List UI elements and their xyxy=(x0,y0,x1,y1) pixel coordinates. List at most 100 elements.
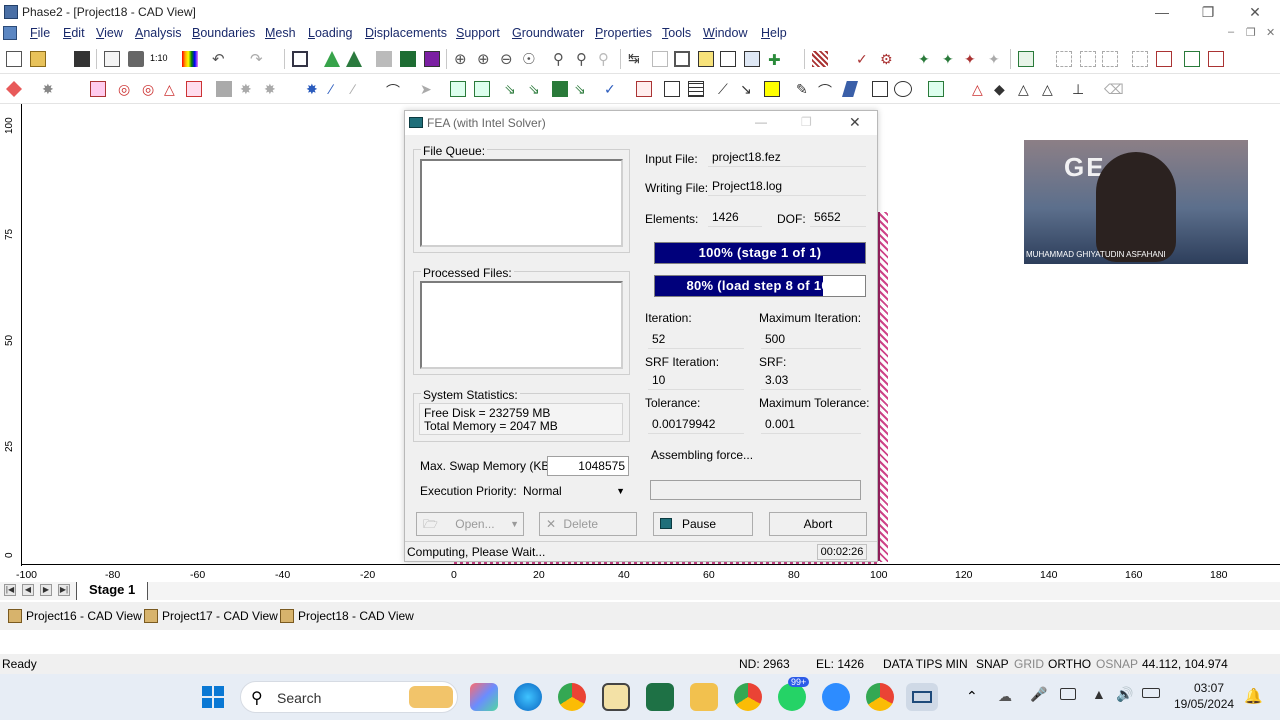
execution-priority-select[interactable]: Normal ▼ xyxy=(521,482,629,502)
close-icon[interactable]: ✕ xyxy=(1246,3,1264,21)
tab-project18[interactable]: Project18 - CAD View xyxy=(278,607,414,625)
microphone-icon[interactable]: 🎤 xyxy=(1030,686,1047,703)
polygon-icon[interactable] xyxy=(842,81,858,97)
zoom-window-icon[interactable]: ⚲ xyxy=(553,50,569,68)
maximize-icon[interactable]: ❐ xyxy=(1199,3,1217,21)
rectangle-icon[interactable] xyxy=(872,81,888,97)
open-button[interactable]: 🗁 Open... ▼ xyxy=(416,512,524,536)
table-icon[interactable] xyxy=(744,51,760,67)
battery-icon[interactable] xyxy=(1142,688,1160,698)
interpret-icon[interactable] xyxy=(376,51,392,67)
eraser-icon[interactable]: ⌫ xyxy=(1104,81,1124,97)
zoom-out-icon[interactable]: ⊖ xyxy=(500,50,516,68)
network-icon[interactable]: ▲ xyxy=(1092,686,1106,702)
ellipse-icon[interactable] xyxy=(894,81,912,97)
pan-icon[interactable]: ☉ xyxy=(522,50,538,68)
windows-start-icon[interactable] xyxy=(202,686,224,708)
prev-stage-icon[interactable]: ◀ xyxy=(22,584,34,596)
delete-icon[interactable] xyxy=(720,51,736,67)
menu-displacements[interactable]: Displacements xyxy=(365,26,447,40)
minimize-icon[interactable]: — xyxy=(1153,3,1171,21)
menu-analysis[interactable]: Analysis xyxy=(135,26,182,40)
redo-icon[interactable]: ↷ xyxy=(250,50,266,68)
results-icon[interactable] xyxy=(424,51,440,67)
last-stage-icon[interactable]: ▶| xyxy=(58,584,70,596)
chevron-up-icon[interactable]: ⌃ xyxy=(966,688,978,705)
joint-icon[interactable]: ✸ xyxy=(306,81,322,97)
hatch-icon[interactable] xyxy=(812,51,828,67)
boundary-icon[interactable] xyxy=(6,81,22,97)
angle-icon[interactable]: △ xyxy=(972,81,988,97)
new-icon[interactable] xyxy=(6,51,22,67)
menu-loading[interactable]: Loading xyxy=(308,26,353,40)
mdi-restore-icon[interactable]: ❐ xyxy=(1246,26,1256,39)
bolt-icon[interactable]: ➤ xyxy=(420,81,436,97)
copy-icon[interactable] xyxy=(1056,51,1072,67)
ruler-icon[interactable]: ◆ xyxy=(994,81,1010,97)
ortho-toggle[interactable]: ORTHO xyxy=(1048,657,1091,671)
load2-icon[interactable]: ⇘ xyxy=(528,81,544,97)
grid-table-icon[interactable] xyxy=(688,81,704,97)
dialog-minimize-icon[interactable]: — xyxy=(755,115,767,129)
explode-icon[interactable] xyxy=(1156,51,1172,67)
print-preview-icon[interactable] xyxy=(104,51,120,67)
menu-window[interactable]: Window xyxy=(703,26,747,40)
scale-icon[interactable]: 1:10 xyxy=(150,53,170,69)
arc-draw-icon[interactable]: ⌒ xyxy=(818,81,834,99)
vertex-add-icon[interactable]: ◎ xyxy=(118,81,134,97)
menu-mesh[interactable]: Mesh xyxy=(265,26,296,40)
select-icon[interactable] xyxy=(652,51,668,67)
abort-button[interactable]: Abort xyxy=(769,512,867,536)
snap-icon[interactable]: ↹ xyxy=(628,50,644,66)
scale-tool-icon[interactable] xyxy=(1132,51,1148,67)
pause-button[interactable]: Pause xyxy=(653,512,753,536)
first-stage-icon[interactable]: |◀ xyxy=(4,584,16,596)
chrome-2-icon[interactable] xyxy=(866,683,894,711)
delete-button[interactable]: ✕ Delete xyxy=(539,512,637,536)
menu-edit[interactable]: Edit xyxy=(63,26,85,40)
edit-icon[interactable] xyxy=(698,51,714,67)
menu-file[interactable]: File xyxy=(30,26,50,40)
line-icon[interactable]: ⟋ xyxy=(718,81,734,97)
undo-icon[interactable]: ↶ xyxy=(212,50,228,68)
copilot-icon[interactable] xyxy=(470,683,498,711)
file-queue-list[interactable] xyxy=(420,159,623,247)
excavation-icon[interactable] xyxy=(90,81,106,97)
disabled-tool2-icon[interactable]: ✸ xyxy=(264,81,280,97)
split-icon[interactable] xyxy=(1208,51,1224,67)
grid-icon[interactable] xyxy=(1018,51,1034,67)
join-icon[interactable] xyxy=(1184,51,1200,67)
osnap-toggle[interactable]: OSNAP xyxy=(1096,657,1138,671)
open-icon[interactable] xyxy=(30,51,46,67)
load4-icon[interactable]: ⇘ xyxy=(574,81,590,97)
piezo-icon[interactable]: ∕ xyxy=(352,81,368,97)
snap-toggle[interactable]: SNAP xyxy=(976,657,1009,671)
window-icon[interactable] xyxy=(292,51,308,67)
note-icon[interactable] xyxy=(664,81,680,97)
edge-icon[interactable] xyxy=(514,683,542,711)
support-icon[interactable]: ⚙ xyxy=(880,51,896,67)
phase2-app-icon[interactable] xyxy=(602,683,630,711)
box-icon[interactable] xyxy=(674,51,690,67)
query-icon[interactable]: ✓ xyxy=(604,81,620,97)
print-icon[interactable] xyxy=(128,51,144,67)
zoom-previous-icon[interactable]: ⚲ xyxy=(576,50,592,68)
display-icon[interactable] xyxy=(1060,688,1076,700)
vertex-icon[interactable]: ✦ xyxy=(918,51,934,67)
clock-date[interactable]: 19/05/2024 xyxy=(1174,697,1234,711)
image-icon[interactable] xyxy=(928,81,944,97)
notification-bell-icon[interactable]: 🔔 xyxy=(1244,687,1263,705)
menu-view[interactable]: View xyxy=(96,26,123,40)
data-tips-toggle[interactable]: DATA TIPS MIN xyxy=(883,657,968,671)
liner2-icon[interactable] xyxy=(474,81,490,97)
next-stage-icon[interactable]: ▶ xyxy=(40,584,52,596)
remove-icon[interactable]: ✦ xyxy=(964,51,980,67)
active-app-icon[interactable] xyxy=(906,683,938,711)
max-swap-input[interactable]: 1048575 xyxy=(547,456,629,476)
pencil-icon[interactable]: ✎ xyxy=(796,81,812,97)
zoom-in-icon[interactable]: ⊕ xyxy=(477,50,493,68)
dimension-icon[interactable] xyxy=(764,81,780,97)
chrome-profile-icon[interactable] xyxy=(734,683,762,711)
axis-icon[interactable]: ⊥ xyxy=(1072,81,1088,97)
measure-icon[interactable]: △ xyxy=(1042,81,1058,97)
